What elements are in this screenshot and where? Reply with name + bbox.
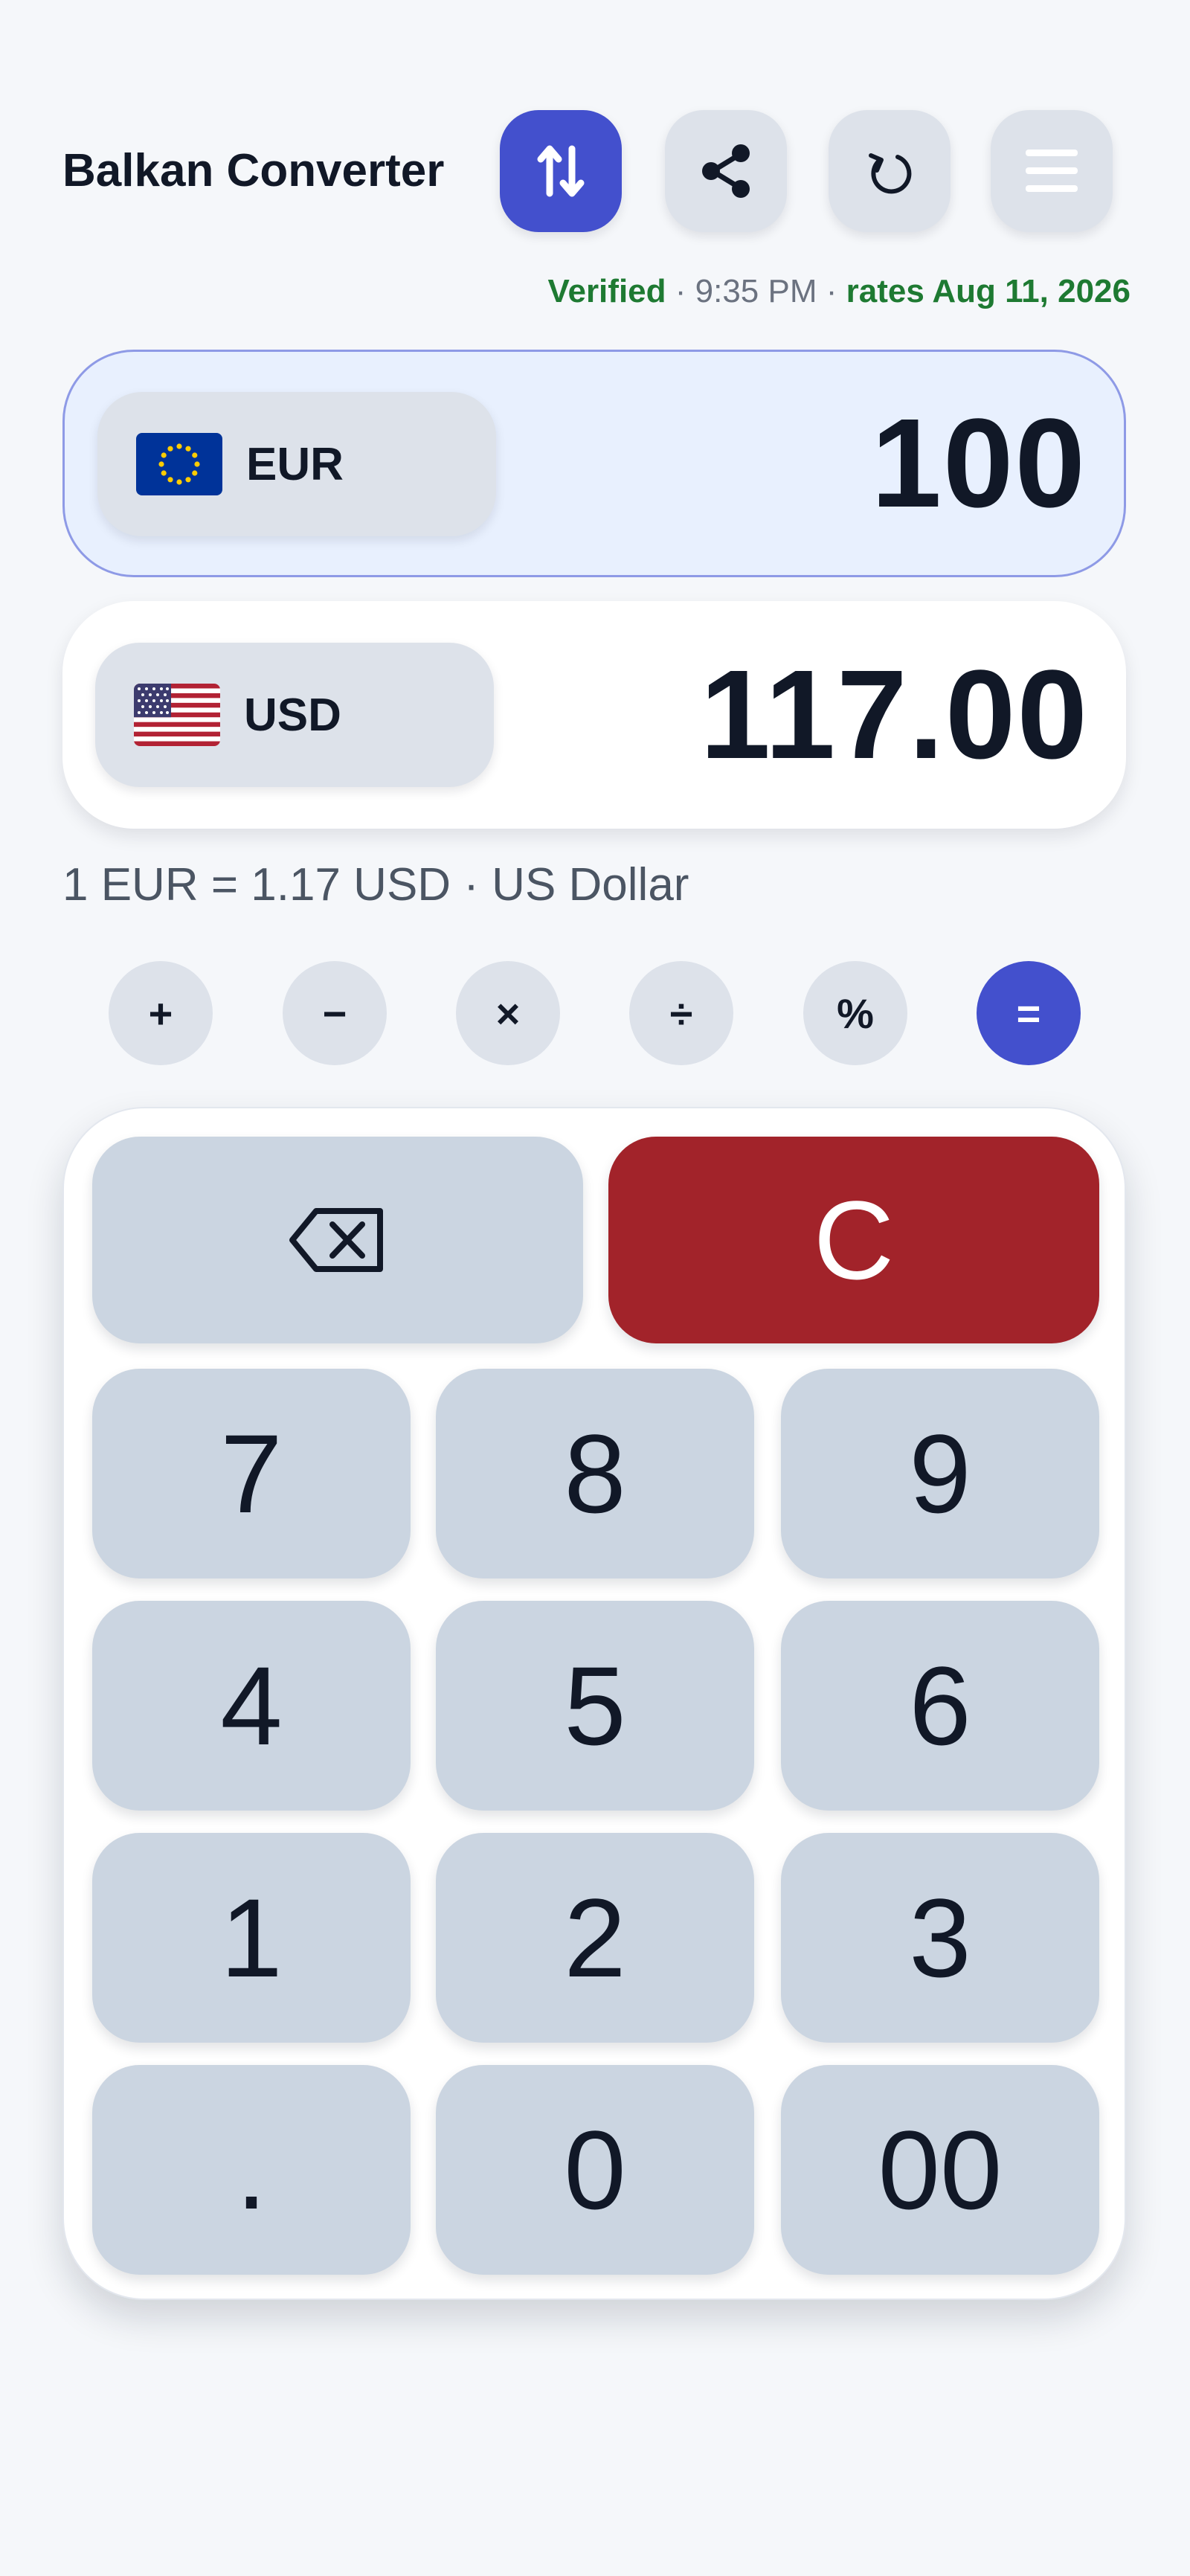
to-currency-card[interactable]: USD 117.00 — [62, 601, 1126, 829]
menu-button[interactable] — [991, 110, 1113, 232]
divide-operator-button[interactable]: ÷ — [629, 961, 733, 1065]
app-title: Balkan Converter — [62, 145, 445, 196]
swap-button[interactable] — [500, 110, 622, 232]
digit-8-button[interactable]: 8 — [436, 1369, 754, 1578]
eu-flag-icon — [136, 433, 222, 495]
digit-7-button[interactable]: 7 — [92, 1369, 411, 1578]
digit-2-button[interactable]: 2 — [436, 1833, 754, 2043]
digit-6-button[interactable]: 6 — [781, 1601, 1099, 1811]
clear-button[interactable]: C — [608, 1137, 1099, 1343]
multiply-operator-button[interactable]: × — [456, 961, 560, 1065]
percent-operator-button[interactable]: % — [803, 961, 907, 1065]
us-flag-icon — [134, 684, 220, 746]
backspace-icon — [289, 1208, 383, 1272]
digit-3-button[interactable]: 3 — [781, 1833, 1099, 2043]
from-currency-code: EUR — [246, 438, 344, 490]
from-currency-card[interactable]: EUR 100 — [62, 350, 1126, 577]
decimal-point-button[interactable]: . — [92, 2065, 411, 2275]
minus-operator-button[interactable]: − — [283, 961, 387, 1065]
from-currency-selector[interactable]: EUR — [97, 392, 496, 536]
digit-5-button[interactable]: 5 — [436, 1601, 754, 1811]
status-separator: · — [666, 273, 695, 309]
digit-0-button[interactable]: 0 — [436, 2065, 754, 2275]
digit-9-button[interactable]: 9 — [781, 1369, 1099, 1578]
verified-label: Verified — [547, 273, 666, 309]
from-amount: 100 — [871, 393, 1087, 534]
digit-1-button[interactable]: 1 — [92, 1833, 411, 2043]
status-separator: · — [817, 273, 846, 309]
digit-4-button[interactable]: 4 — [92, 1601, 411, 1811]
share-button[interactable] — [665, 110, 787, 232]
equals-button[interactable]: = — [977, 961, 1081, 1065]
rates-status: Verified · 9:35 PM · rates Aug 11, 2026 — [548, 269, 1130, 314]
to-currency-selector[interactable]: USD — [95, 643, 494, 787]
swap-arrows-icon — [537, 145, 585, 197]
to-currency-code: USD — [244, 689, 341, 741]
keypad: C 7 8 9 4 5 6 1 2 3 . 0 00 — [62, 1107, 1126, 2300]
backspace-button[interactable] — [92, 1137, 583, 1343]
share-icon — [702, 144, 750, 198]
hamburger-menu-icon — [1026, 150, 1078, 192]
to-amount: 117.00 — [700, 644, 1089, 786]
rates-date: rates Aug 11, 2026 — [846, 273, 1130, 309]
refresh-button[interactable] — [829, 110, 951, 232]
double-zero-button[interactable]: 00 — [781, 2065, 1099, 2275]
plus-operator-button[interactable]: + — [109, 961, 213, 1065]
status-time: 9:35 PM — [695, 273, 817, 309]
refresh-icon — [869, 153, 912, 194]
exchange-rate-line: 1 EUR = 1.17 USD · US Dollar — [62, 859, 689, 910]
